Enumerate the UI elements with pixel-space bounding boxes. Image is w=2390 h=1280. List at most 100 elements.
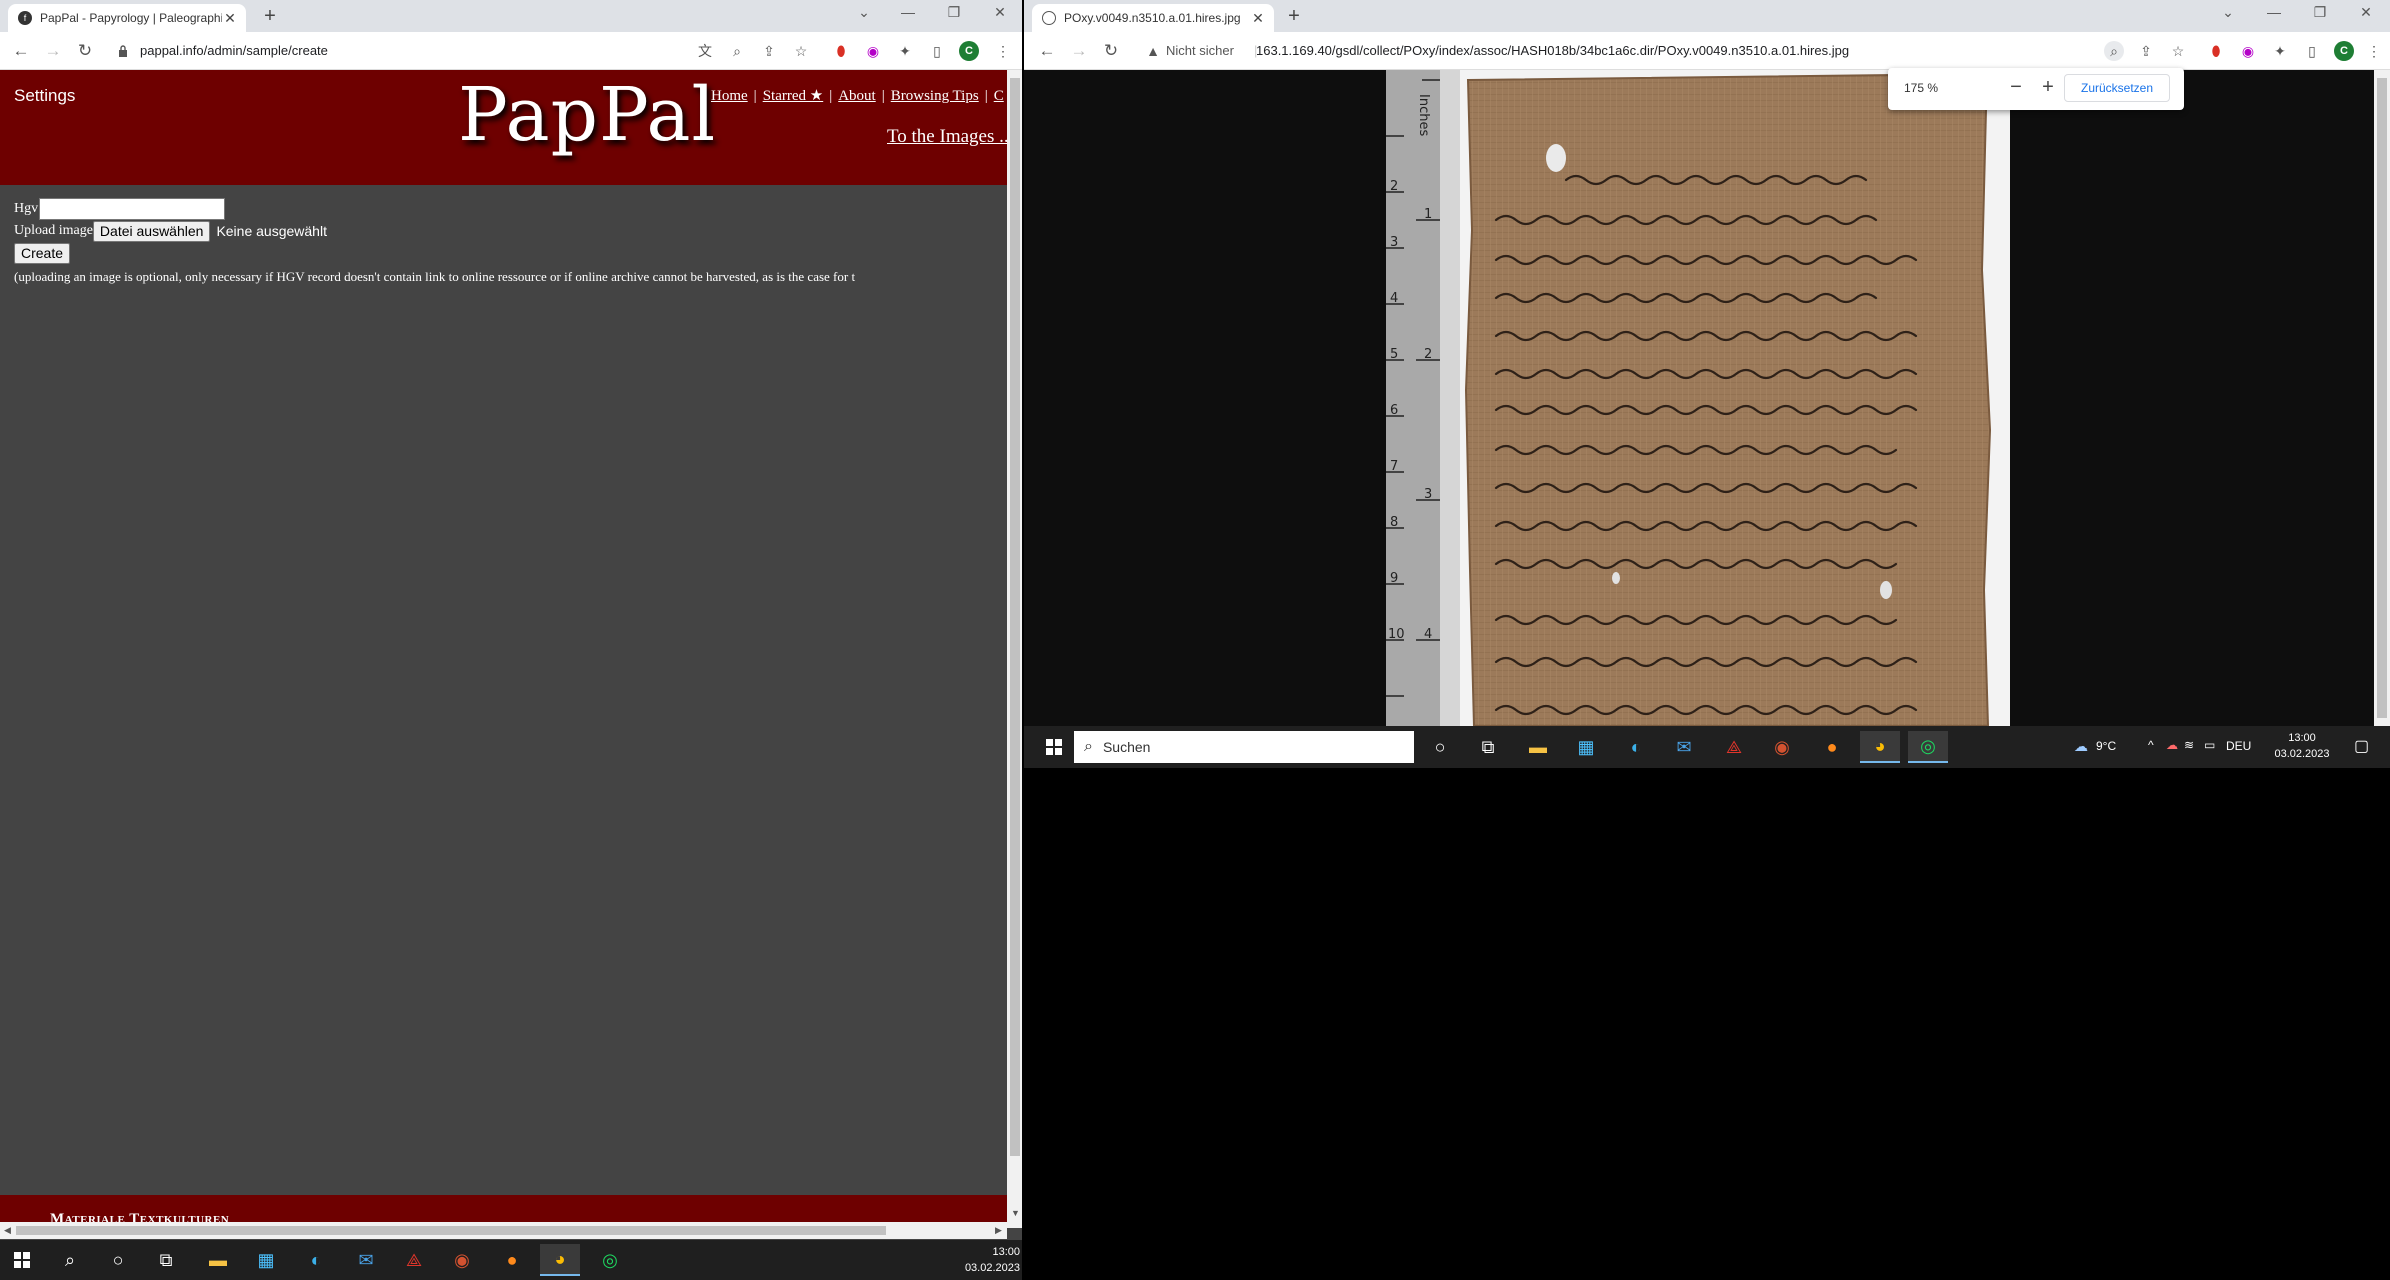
right-forward-arrow-icon[interactable]: →	[1068, 40, 1090, 62]
reload-icon[interactable]: ↻	[74, 40, 96, 62]
right-mail-icon[interactable]: ✉	[1668, 731, 1700, 763]
right-profile-avatar[interactable]: C	[2334, 41, 2354, 61]
right-address-bar[interactable]: 163.1.169.40/gsdl/collect/POxy/index/ass…	[1256, 43, 2096, 58]
not-secure-label[interactable]: Nicht sicher	[1166, 43, 1234, 58]
right-back-arrow-icon[interactable]: ←	[1036, 40, 1058, 62]
search-icon[interactable]: ⌕	[54, 1244, 86, 1276]
right-extension-purple-icon[interactable]: ◉	[2238, 41, 2258, 61]
weather-cloud-icon[interactable]: ☁	[2074, 738, 2088, 755]
tray-app-icon[interactable]: ☁	[2166, 738, 2178, 752]
back-arrow-icon[interactable]: ←	[10, 40, 32, 62]
right-tab-close-icon[interactable]: ✕	[1250, 10, 1266, 27]
extension-purple-icon[interactable]: ◉	[863, 41, 883, 61]
language-indicator[interactable]: DEU	[2226, 739, 2251, 753]
vertical-scroll-thumb[interactable]	[1010, 78, 1020, 1156]
side-panel-icon[interactable]: ▯	[927, 41, 947, 61]
choose-file-button[interactable]: Datei auswählen	[92, 220, 211, 242]
nav-clipped[interactable]: C	[994, 88, 1004, 104]
right-acrobat-icon[interactable]: ⟁	[1718, 731, 1750, 763]
right-edge-icon[interactable]: ◐	[1620, 731, 1652, 763]
notification-center-icon[interactable]: ▢	[2354, 736, 2369, 756]
tab-pappal[interactable]: f PapPal - Papyrology | Paleographic ✕	[8, 4, 246, 32]
right-cortana-icon[interactable]: ○	[1424, 731, 1456, 763]
weather-temp[interactable]: 9°C	[2096, 739, 2116, 753]
extensions-puzzle-icon[interactable]: ✦	[895, 41, 915, 61]
wifi-icon[interactable]: ≋	[2184, 738, 2194, 752]
task-view-icon[interactable]: ⧉	[150, 1244, 182, 1276]
scroll-down-arrow-icon[interactable]: ▼	[1011, 1208, 1020, 1218]
nav-browsing-tips[interactable]: Browsing Tips	[891, 88, 979, 104]
right-windows-start-icon[interactable]	[1038, 731, 1070, 763]
battery-icon[interactable]: ▭	[2204, 738, 2215, 752]
cortana-icon[interactable]: ○	[102, 1244, 134, 1276]
right-task-view-icon[interactable]: ⧉	[1472, 731, 1504, 763]
nav-starred[interactable]: Starred ★	[763, 88, 824, 104]
scroll-right-arrow-icon[interactable]: ▶	[995, 1225, 1002, 1236]
right-new-tab-button[interactable]: +	[1282, 6, 1306, 28]
profile-avatar[interactable]: C	[959, 41, 979, 61]
tab-poxy-image[interactable]: POxy.v0049.n3510.a.01.hires.jpg ✕	[1032, 4, 1274, 32]
zoom-out-button[interactable]: −	[2004, 76, 2028, 100]
horizontal-scroll-thumb[interactable]	[16, 1226, 886, 1235]
nav-about[interactable]: About	[838, 88, 876, 104]
right-tab-search-icon[interactable]: ⌄	[2216, 4, 2240, 21]
settings-link[interactable]: Settings	[14, 86, 75, 106]
bookmark-star-icon[interactable]: ☆	[791, 41, 811, 61]
warning-triangle-icon[interactable]: ▲	[1142, 40, 1164, 62]
right-extension-red-icon[interactable]: ⬮	[2206, 41, 2226, 61]
acrobat-icon[interactable]: ⟁	[398, 1244, 430, 1276]
extension-red-icon[interactable]: ⬮	[831, 41, 851, 61]
right-side-panel-icon[interactable]: ▯	[2302, 41, 2322, 61]
right-minimize-button[interactable]: —	[2262, 4, 2286, 20]
left-clock[interactable]: 13:00 03.02.2023	[950, 1244, 1020, 1276]
right-reload-icon[interactable]: ↻	[1100, 40, 1122, 62]
taskbar-search-box[interactable]: ⌕ Suchen	[1074, 731, 1414, 763]
right-extensions-puzzle-icon[interactable]: ✦	[2270, 41, 2290, 61]
zoom-icon[interactable]: ⌕	[727, 41, 747, 61]
right-spotify-icon[interactable]: ◎	[1908, 731, 1948, 763]
create-button[interactable]: Create	[14, 242, 71, 264]
right-clock[interactable]: 13:00 03.02.2023	[2272, 730, 2332, 762]
forward-arrow-icon[interactable]: →	[42, 40, 64, 62]
zoom-in-button[interactable]: +	[2036, 76, 2060, 100]
papyrus-image[interactable]: 2 3 4 5 6 7 8 9 10 1 2 3 4 Inches	[1386, 70, 2010, 726]
right-share-icon[interactable]: ⇪	[2136, 41, 2156, 61]
restore-button[interactable]: ❐	[942, 4, 966, 21]
right-file-explorer-icon[interactable]: ▬	[1522, 731, 1554, 763]
menu-kebab-icon[interactable]: ⋮	[993, 41, 1013, 61]
mail-icon[interactable]: ✉	[350, 1244, 382, 1276]
right-firefox-icon[interactable]: ●	[1816, 731, 1848, 763]
right-store-icon[interactable]: ▦	[1570, 731, 1602, 763]
windows-start-icon[interactable]	[6, 1244, 38, 1276]
firefox-icon[interactable]: ●	[496, 1244, 528, 1276]
tab-close-icon[interactable]: ✕	[222, 10, 238, 27]
new-tab-button[interactable]: +	[258, 6, 282, 28]
right-chrome-icon[interactable]: ◕	[1860, 731, 1900, 763]
right-zoom-icon[interactable]: ⌕	[2104, 41, 2124, 61]
tab-search-icon[interactable]: ⌄	[852, 4, 876, 21]
share-icon[interactable]: ⇪	[759, 41, 779, 61]
tray-chevron-icon[interactable]: ^	[2148, 738, 2154, 752]
store-icon[interactable]: ▦	[250, 1244, 282, 1276]
minimize-button[interactable]: —	[896, 4, 920, 20]
close-window-button[interactable]: ✕	[988, 4, 1012, 21]
right-bookmark-star-icon[interactable]: ☆	[2168, 41, 2188, 61]
to-the-images-link[interactable]: To the Images ...	[887, 126, 1013, 148]
address-bar[interactable]: pappal.info/admin/sample/create	[140, 43, 328, 58]
pappal-logo[interactable]: PapPal	[458, 72, 716, 158]
scroll-left-arrow-icon[interactable]: ◀	[4, 1225, 11, 1236]
file-explorer-icon[interactable]: ▬	[202, 1244, 234, 1276]
edge-icon[interactable]: ◐	[300, 1244, 332, 1276]
right-powerpoint-icon[interactable]: ◉	[1766, 731, 1798, 763]
chrome-icon[interactable]: ◕	[540, 1244, 580, 1276]
powerpoint-icon[interactable]: ◉	[446, 1244, 478, 1276]
hgv-input[interactable]	[39, 198, 226, 220]
right-restore-button[interactable]: ❐	[2308, 4, 2332, 21]
right-menu-kebab-icon[interactable]: ⋮	[2364, 41, 2384, 61]
zoom-reset-button[interactable]: Zurücksetzen	[2064, 74, 2170, 102]
spotify-icon[interactable]: ◎	[594, 1244, 626, 1276]
translate-icon[interactable]: 文	[695, 41, 715, 61]
nav-home[interactable]: Home	[711, 88, 748, 104]
right-close-window-button[interactable]: ✕	[2354, 4, 2378, 21]
right-vertical-scroll-thumb[interactable]	[2377, 78, 2387, 718]
